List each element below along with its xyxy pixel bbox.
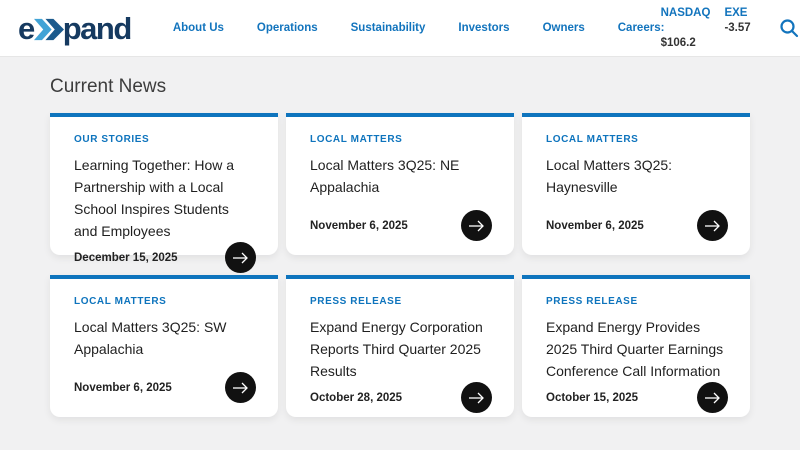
ticker-exchange-label: NASDAQ :: [661, 6, 711, 36]
card-date: November 6, 2025: [74, 382, 172, 394]
ticker-symbol: EXE: [724, 6, 750, 21]
logo-text-pand: pand: [63, 13, 131, 44]
nav-careers[interactable]: Careers: [618, 22, 661, 34]
card-date: December 15, 2025: [74, 252, 178, 264]
nav-about-us[interactable]: About Us: [173, 22, 224, 34]
search-icon: [779, 18, 799, 38]
card-date: November 6, 2025: [310, 220, 408, 232]
ticker-change: -3.57: [724, 21, 750, 36]
card-text: LOCAL MATTERS Local Matters 3Q25: NE App…: [310, 134, 492, 198]
card-footer: November 6, 2025: [310, 210, 492, 241]
nav-operations[interactable]: Operations: [257, 22, 318, 34]
card-arrow-button[interactable]: [697, 210, 728, 241]
site-header: e pand About Us Operations Sustainabilit…: [0, 0, 800, 57]
news-card-5[interactable]: PRESS RELEASE Expand Energy Corporation …: [286, 275, 514, 417]
logo-text-e: e: [18, 13, 34, 44]
search-button[interactable]: [775, 14, 800, 42]
card-footer: October 15, 2025: [546, 382, 728, 413]
news-card-6[interactable]: PRESS RELEASE Expand Energy Provides 202…: [522, 275, 750, 417]
page: e pand About Us Operations Sustainabilit…: [0, 0, 800, 450]
logo-x-arrow-icon: [34, 16, 64, 43]
arrow-right-icon: [232, 252, 249, 264]
card-date: November 6, 2025: [546, 220, 644, 232]
news-card-1[interactable]: OUR STORIES Learning Together: How a Par…: [50, 113, 278, 255]
card-text: PRESS RELEASE Expand Energy Corporation …: [310, 296, 492, 382]
card-text: LOCAL MATTERS Local Matters 3Q25: SW App…: [74, 296, 256, 360]
nav-investors[interactable]: Investors: [458, 22, 509, 34]
card-category: PRESS RELEASE: [310, 296, 492, 307]
card-arrow-button[interactable]: [461, 210, 492, 241]
stock-ticker[interactable]: NASDAQ : $106.2 EXE -3.57: [661, 6, 751, 51]
news-section: Current News OUR STORIES Learning Togeth…: [0, 57, 800, 417]
card-text: LOCAL MATTERS Local Matters 3Q25: Haynes…: [546, 134, 728, 198]
arrow-right-icon: [468, 392, 485, 404]
card-footer: December 15, 2025: [74, 242, 256, 273]
card-title[interactable]: Local Matters 3Q25: NE Appalachia: [310, 154, 492, 198]
card-title[interactable]: Expand Energy Corporation Reports Third …: [310, 316, 492, 382]
nav-sustainability[interactable]: Sustainability: [351, 22, 426, 34]
card-arrow-button[interactable]: [225, 242, 256, 273]
arrow-right-icon: [232, 382, 249, 394]
ticker-symbol-change: EXE -3.57: [724, 6, 750, 51]
card-arrow-button[interactable]: [461, 382, 492, 413]
card-footer: October 28, 2025: [310, 382, 492, 413]
news-card-4[interactable]: LOCAL MATTERS Local Matters 3Q25: SW App…: [50, 275, 278, 417]
card-date: October 15, 2025: [546, 392, 638, 404]
card-category: PRESS RELEASE: [546, 296, 728, 307]
card-text: PRESS RELEASE Expand Energy Provides 202…: [546, 296, 728, 382]
arrow-right-icon: [704, 392, 721, 404]
card-category: OUR STORIES: [74, 134, 256, 145]
card-footer: November 6, 2025: [74, 372, 256, 403]
card-title[interactable]: Local Matters 3Q25: SW Appalachia: [74, 316, 256, 360]
card-arrow-button[interactable]: [225, 372, 256, 403]
main-nav: About Us Operations Sustainability Inves…: [173, 22, 661, 34]
ticker-price: $106.2: [661, 36, 711, 51]
card-title[interactable]: Learning Together: How a Partnership wit…: [74, 154, 256, 242]
news-card-2[interactable]: LOCAL MATTERS Local Matters 3Q25: NE App…: [286, 113, 514, 255]
page-title: Current News: [50, 75, 750, 99]
card-category: LOCAL MATTERS: [546, 134, 728, 145]
card-date: October 28, 2025: [310, 392, 402, 404]
news-card-3[interactable]: LOCAL MATTERS Local Matters 3Q25: Haynes…: [522, 113, 750, 255]
ticker-exchange-price: NASDAQ : $106.2: [661, 6, 711, 51]
arrow-right-icon: [704, 220, 721, 232]
card-category: LOCAL MATTERS: [74, 296, 256, 307]
news-card-grid: OUR STORIES Learning Together: How a Par…: [50, 113, 750, 417]
arrow-right-icon: [468, 220, 485, 232]
card-arrow-button[interactable]: [697, 382, 728, 413]
card-text: OUR STORIES Learning Together: How a Par…: [74, 134, 256, 242]
nav-owners[interactable]: Owners: [543, 22, 585, 34]
card-title[interactable]: Expand Energy Provides 2025 Third Quarte…: [546, 316, 728, 382]
card-title[interactable]: Local Matters 3Q25: Haynesville: [546, 154, 728, 198]
logo[interactable]: e pand: [18, 13, 131, 44]
card-category: LOCAL MATTERS: [310, 134, 492, 145]
card-footer: November 6, 2025: [546, 210, 728, 241]
